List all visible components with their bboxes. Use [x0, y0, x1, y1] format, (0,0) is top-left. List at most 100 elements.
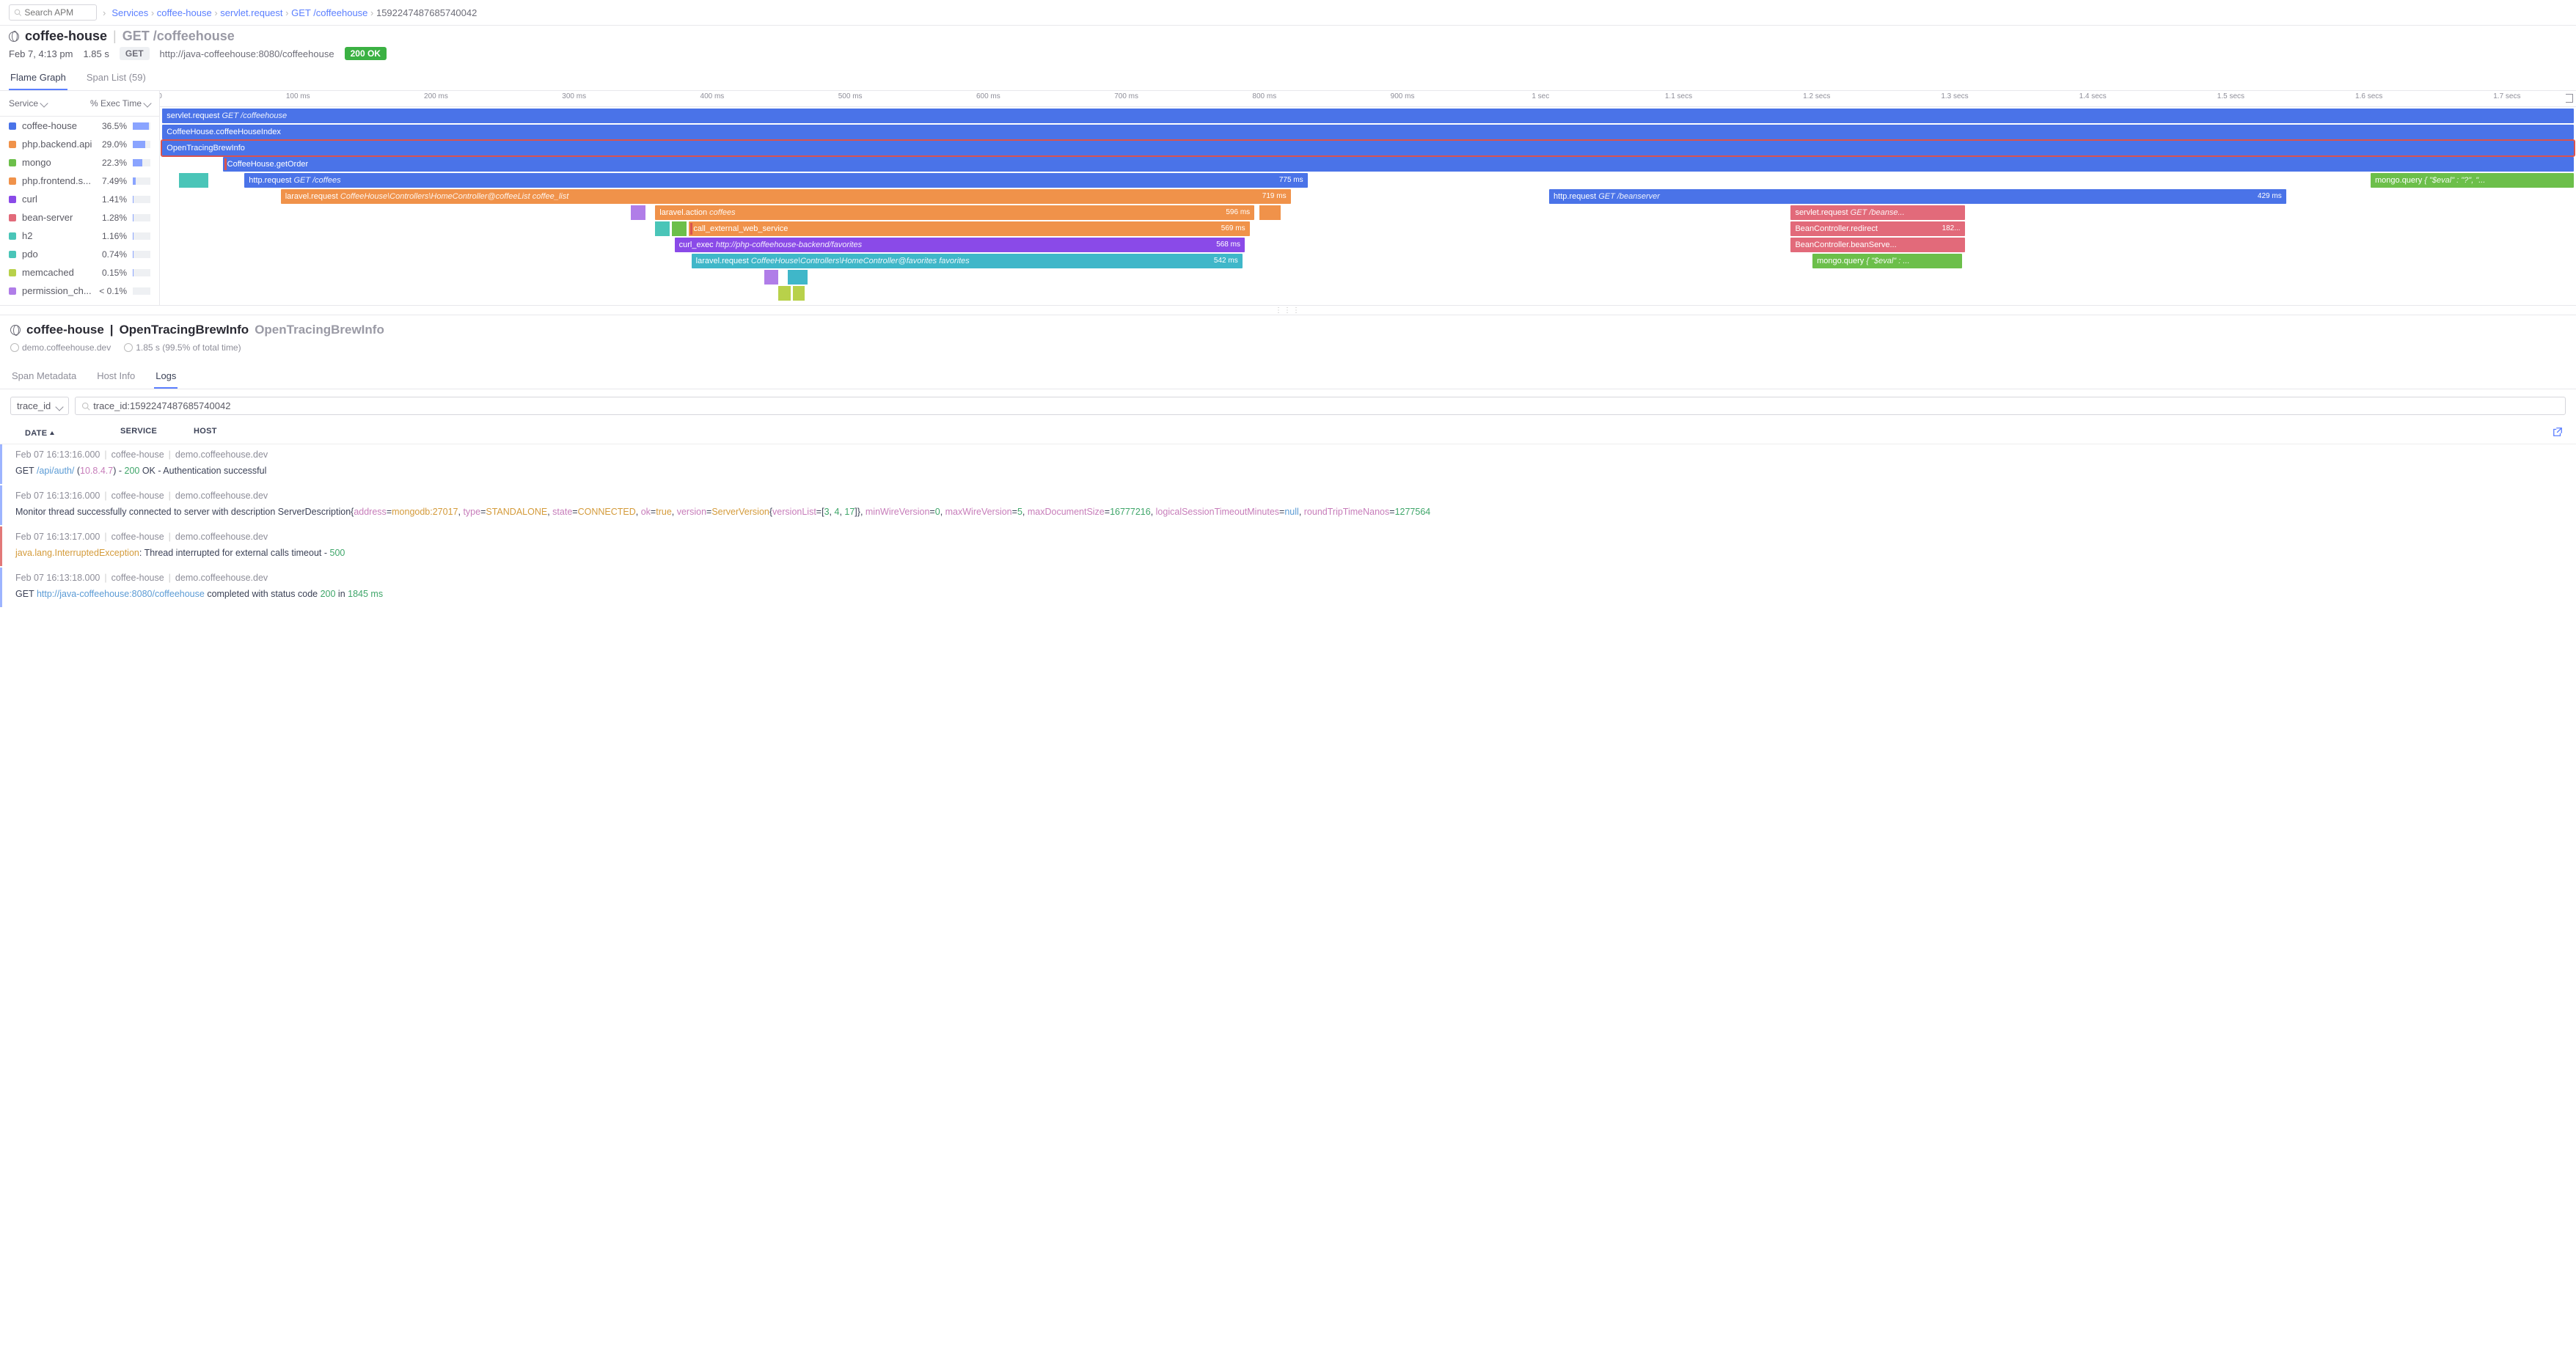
- flame-span[interactable]: http.request GET /coffees775 ms: [244, 173, 1307, 188]
- flame-span[interactable]: mongo.query { "$eval" : ...: [1812, 254, 1962, 268]
- color-swatch: [9, 251, 16, 258]
- service-pct: 0.74%: [93, 249, 127, 260]
- pct-bar: [133, 159, 150, 166]
- flame-span[interactable]: servlet.request GET /coffeehouse: [162, 109, 2573, 123]
- globe-icon: [10, 325, 21, 335]
- service-row[interactable]: php.frontend.s... 7.49%: [0, 172, 159, 190]
- flame-span[interactable]: BeanController.redirect182...: [1790, 221, 1964, 236]
- service-name: bean-server: [22, 212, 93, 223]
- service-header[interactable]: Service: [9, 98, 84, 109]
- pct-bar: [133, 141, 150, 148]
- detail-tab-host-info[interactable]: Host Info: [95, 364, 136, 389]
- log-host: demo.coffeehouse.dev: [175, 532, 268, 542]
- flame-span[interactable]: CoffeeHouse.coffeeHouseIndex: [162, 125, 2573, 139]
- color-swatch: [9, 196, 16, 203]
- flame-span[interactable]: CoffeeHouse.getOrder: [223, 157, 2574, 172]
- pct-bar: [133, 196, 150, 203]
- flame-span[interactable]: laravel.request CoffeeHouse\Controllers\…: [281, 189, 1291, 204]
- service-row[interactable]: h2 1.16%: [0, 227, 159, 245]
- log-host-header[interactable]: HOST: [194, 427, 2553, 439]
- log-entry[interactable]: Feb 07 16:13:16.000|coffee-house|demo.co…: [0, 485, 2576, 525]
- flame-span[interactable]: http.request GET /beanserver429 ms: [1549, 189, 2286, 204]
- service-row[interactable]: permission_ch... < 0.1%: [0, 282, 159, 300]
- time-ruler: 0100 ms200 ms300 ms400 ms500 ms600 ms700…: [160, 91, 2576, 107]
- service-name: h2: [22, 230, 93, 241]
- color-swatch: [9, 269, 16, 276]
- service-row[interactable]: memcached 0.15%: [0, 263, 159, 282]
- detail-tab-span-metadata[interactable]: Span Metadata: [10, 364, 78, 389]
- service-name: pdo: [22, 249, 93, 260]
- flame-span[interactable]: [179, 173, 208, 188]
- pct-bar: [133, 122, 150, 130]
- breadcrumb-item[interactable]: GET /coffeehouse: [291, 7, 367, 18]
- flame-span[interactable]: [655, 221, 670, 236]
- resize-handle[interactable]: ⋮⋮⋮: [0, 305, 2576, 315]
- service-pct: 7.49%: [93, 176, 127, 186]
- ruler-collapse-icon[interactable]: [2566, 94, 2573, 103]
- ruler-tick: 500 ms: [838, 92, 863, 100]
- breadcrumb: › Services › coffee-house › servlet.requ…: [103, 7, 477, 18]
- color-swatch: [9, 122, 16, 130]
- service-row[interactable]: pdo 0.74%: [0, 245, 159, 263]
- log-entry[interactable]: Feb 07 16:13:17.000|coffee-house|demo.co…: [0, 526, 2576, 566]
- flame-span[interactable]: call_external_web_service569 ms: [689, 221, 1249, 236]
- service-row[interactable]: mongo 22.3%: [0, 153, 159, 172]
- flame-span[interactable]: [793, 286, 805, 301]
- flame-span[interactable]: [631, 205, 645, 220]
- service-row[interactable]: curl 1.41%: [0, 190, 159, 208]
- ruler-tick: 0: [160, 92, 162, 100]
- flame-span[interactable]: [1259, 205, 1281, 220]
- log-entry[interactable]: Feb 07 16:13:18.000|coffee-house|demo.co…: [0, 568, 2576, 607]
- breadcrumb-item[interactable]: Services: [111, 7, 148, 18]
- flame-span[interactable]: curl_exec http://php-coffeehouse-backend…: [675, 238, 1245, 252]
- operation-title: GET /coffeehouse: [122, 29, 235, 44]
- open-external-icon[interactable]: [2553, 427, 2563, 439]
- flame-span[interactable]: laravel.action coffees596 ms: [655, 205, 1254, 220]
- globe-icon: [9, 32, 19, 42]
- apm-search[interactable]: [9, 4, 97, 21]
- flame-span[interactable]: laravel.request CoffeeHouse\Controllers\…: [692, 254, 1243, 268]
- flame-span[interactable]: OpenTracingBrewInfo: [162, 141, 2573, 155]
- service-row[interactable]: bean-server 1.28%: [0, 208, 159, 227]
- service-pct: < 0.1%: [93, 286, 127, 296]
- log-service-header[interactable]: SERVICE: [120, 427, 194, 439]
- breadcrumb-item: 1592247487685740042: [376, 7, 477, 18]
- flame-span[interactable]: [788, 270, 807, 285]
- exec-time-header[interactable]: % Exec Time: [84, 98, 150, 109]
- trace-url: http://java-coffeehouse:8080/coffeehouse: [160, 48, 334, 59]
- ruler-tick: 1.2 secs: [1803, 92, 1830, 100]
- ruler-tick: 200 ms: [424, 92, 448, 100]
- tab-flame-graph[interactable]: Flame Graph: [9, 66, 67, 90]
- log-service: coffee-house: [111, 491, 164, 501]
- service-name: permission_ch...: [22, 285, 93, 296]
- service-row[interactable]: php.backend.api 29.0%: [0, 135, 159, 153]
- flame-graph[interactable]: 0100 ms200 ms300 ms400 ms500 ms600 ms700…: [160, 91, 2576, 305]
- ruler-tick: 400 ms: [700, 92, 725, 100]
- breadcrumb-item[interactable]: coffee-house: [157, 7, 212, 18]
- service-row[interactable]: coffee-house 36.5%: [0, 117, 159, 135]
- breadcrumb-item[interactable]: servlet.request: [220, 7, 282, 18]
- flame-span[interactable]: BeanController.beanServe...: [1790, 238, 1964, 252]
- filter-field-dropdown[interactable]: trace_id: [10, 397, 69, 415]
- log-search-input[interactable]: [93, 400, 2559, 411]
- service-pct: 36.5%: [93, 121, 127, 131]
- http-method-pill: GET: [120, 47, 150, 60]
- flame-span[interactable]: servlet.request GET /beanse...: [1790, 205, 1964, 220]
- log-date-header[interactable]: DATE: [25, 427, 120, 439]
- flame-span[interactable]: [764, 270, 779, 285]
- apm-search-input[interactable]: [24, 7, 92, 18]
- chevron-down-icon: [56, 403, 64, 411]
- log-service: coffee-house: [111, 573, 164, 583]
- flame-span[interactable]: mongo.query { "$eval" : "?", "...: [2371, 173, 2574, 188]
- pct-bar: [133, 287, 150, 295]
- log-entry[interactable]: Feb 07 16:13:16.000|coffee-house|demo.co…: [0, 444, 2576, 484]
- log-search[interactable]: [75, 397, 2566, 415]
- span-duration: 429 ms: [2258, 189, 2282, 204]
- ruler-tick: 900 ms: [1391, 92, 1415, 100]
- detail-operation: OpenTracingBrewInfo: [120, 323, 249, 337]
- detail-tab-logs[interactable]: Logs: [154, 364, 178, 389]
- tab-span-list-[interactable]: Span List (59): [85, 66, 147, 90]
- detail-time: 1.85 s (99.5% of total time): [136, 342, 241, 353]
- flame-span[interactable]: [672, 221, 687, 236]
- flame-span[interactable]: [778, 286, 790, 301]
